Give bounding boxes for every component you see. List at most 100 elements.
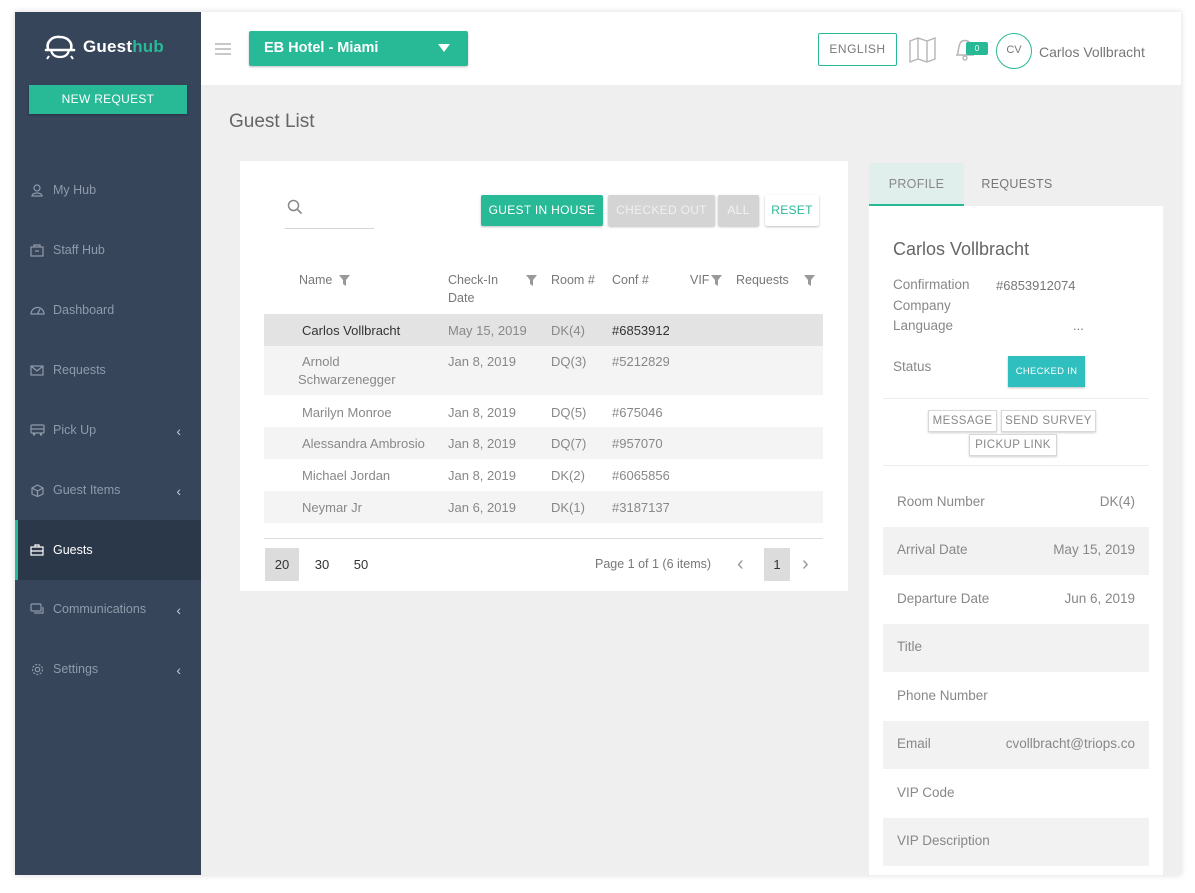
column-header-vip[interactable]: VIF xyxy=(690,271,722,289)
logo-text: Guesthub xyxy=(83,37,164,56)
sidebar-item-my-hub[interactable]: My Hub xyxy=(15,160,201,220)
filter-icon[interactable] xyxy=(526,273,537,291)
confirmation-value: #6853912074 xyxy=(996,278,1076,293)
tab-requests[interactable]: REQUESTS xyxy=(972,163,1062,206)
app-window: Guesthub NEW REQUEST My Hub Staff Hub Da… xyxy=(15,12,1181,875)
envelope-icon xyxy=(29,363,45,377)
reset-button[interactable]: RESET xyxy=(765,195,819,226)
info-row-room-number: Room Number DK(4) xyxy=(897,494,1135,509)
sidebar: Guesthub NEW REQUEST My Hub Staff Hub Da… xyxy=(15,12,201,875)
sidebar-item-guests[interactable]: Guests xyxy=(15,520,201,580)
search-box[interactable] xyxy=(285,195,374,229)
page-size-20[interactable]: 20 xyxy=(265,548,299,581)
building-icon xyxy=(29,243,45,257)
language-value: ... xyxy=(1073,318,1084,333)
column-header-check-in-date[interactable]: Check-In Date xyxy=(448,271,537,307)
sidebar-item-label: Pick Up xyxy=(53,423,97,437)
sidebar-item-label: My Hub xyxy=(53,183,97,197)
table-row[interactable]: Marilyn Monroe Jan 8, 2019 DQ(5) #675046 xyxy=(264,396,823,428)
message-button[interactable]: MESSAGE xyxy=(928,410,997,432)
table-row[interactable]: Neymar Jr Jan 6, 2019 DK(1) #3187137 xyxy=(264,491,823,523)
sidebar-item-requests[interactable]: Requests xyxy=(15,340,201,400)
table-row[interactable]: Alessandra Ambrosio Jan 8, 2019 DQ(7) #9… xyxy=(264,427,823,459)
column-header-conf[interactable]: Conf # xyxy=(612,271,649,289)
info-row-phone-number: Phone Number xyxy=(897,688,988,703)
sidebar-item-staff-hub[interactable]: Staff Hub xyxy=(15,220,201,280)
divider xyxy=(883,398,1149,399)
user-icon xyxy=(29,183,45,197)
sidebar-item-communications[interactable]: Communications ‹ xyxy=(15,579,201,639)
page-number-button[interactable]: 1 xyxy=(764,548,790,581)
profile-tabs: PROFILE REQUESTS xyxy=(869,163,1163,206)
sidebar-item-label: Dashboard xyxy=(53,303,115,317)
hamburger-menu-icon[interactable] xyxy=(215,43,231,58)
page-size-30[interactable]: 30 xyxy=(305,548,339,581)
search-input[interactable] xyxy=(311,199,371,221)
filter-icon[interactable] xyxy=(711,273,722,291)
guest-in-house-button[interactable]: GUEST IN HOUSE xyxy=(481,195,603,226)
suitcase-icon xyxy=(29,543,45,557)
user-name[interactable]: Carlos Vollbracht xyxy=(1039,44,1145,60)
table-row[interactable]: Carlos Vollbracht May 15, 2019 DK(4) #68… xyxy=(264,314,823,346)
pickup-link-button[interactable]: PICKUP LINK xyxy=(969,434,1057,456)
info-row-vip-description: VIP Description xyxy=(883,818,1149,866)
bus-icon xyxy=(29,423,45,437)
sidebar-item-label: Guests xyxy=(53,543,93,557)
search-icon xyxy=(287,199,303,220)
sidebar-item-label: Settings xyxy=(53,662,99,676)
chat-icon xyxy=(29,602,45,616)
chevron-left-icon: ‹ xyxy=(176,483,181,499)
gear-icon xyxy=(29,662,45,676)
avatar[interactable]: CV xyxy=(996,33,1032,69)
sidebar-item-pick-up[interactable]: Pick Up ‹ xyxy=(15,400,201,460)
table-row[interactable]: Michael Jordan Jan 8, 2019 DK(2) #606585… xyxy=(264,459,823,491)
filter-icon[interactable] xyxy=(804,273,815,291)
info-row-vip-code: VIP Code xyxy=(897,785,955,800)
info-row-title: Title xyxy=(883,624,1149,672)
new-request-button[interactable]: NEW REQUEST xyxy=(29,85,187,114)
notification-badge: 0 xyxy=(966,42,988,55)
logo-icon xyxy=(43,34,77,60)
map-icon[interactable] xyxy=(908,36,938,68)
table-row[interactable]: Arnold Schwarzenegger Jan 8, 2019 DQ(3) … xyxy=(264,346,823,395)
tab-profile[interactable]: PROFILE xyxy=(869,163,964,206)
sidebar-item-settings[interactable]: Settings ‹ xyxy=(15,639,201,699)
confirmation-label: Confirmation xyxy=(893,277,970,292)
status-badge: CHECKED IN xyxy=(1008,356,1085,387)
column-header-name[interactable]: Name xyxy=(299,271,350,289)
guest-list-card: GUEST IN HOUSE CHECKED OUT ALL RESET Nam… xyxy=(240,161,848,591)
column-header-room[interactable]: Room # xyxy=(551,271,595,289)
guest-name: Carlos Vollbracht xyxy=(893,239,1030,259)
all-button[interactable]: ALL xyxy=(718,195,759,226)
hotel-select[interactable]: EB Hotel - Miami xyxy=(249,31,468,66)
table-divider xyxy=(264,538,823,539)
checked-out-button[interactable]: CHECKED OUT xyxy=(608,195,715,226)
language-label: Language xyxy=(893,318,954,333)
sidebar-item-label: Communications xyxy=(53,602,147,616)
status-label: Status xyxy=(893,359,932,374)
guest-profile-panel: PROFILE REQUESTS Carlos Vollbracht Confi… xyxy=(869,163,1163,875)
gauge-icon xyxy=(29,303,45,317)
sidebar-item-label: Requests xyxy=(53,363,106,377)
chevron-left-icon: ‹ xyxy=(176,602,181,618)
send-survey-button[interactable]: SEND SURVEY xyxy=(1001,410,1096,432)
chevron-left-icon: ‹ xyxy=(176,423,181,439)
sidebar-item-guest-items[interactable]: Guest Items ‹ xyxy=(15,460,201,520)
logo[interactable]: Guesthub xyxy=(43,32,164,62)
caret-down-icon xyxy=(438,44,450,52)
info-row-email: Email cvollbracht@triops.co xyxy=(883,721,1149,769)
company-label: Company xyxy=(893,298,951,313)
page-size-50[interactable]: 50 xyxy=(344,548,378,581)
chevron-left-icon: ‹ xyxy=(176,662,181,678)
page-title: Guest List xyxy=(229,111,315,132)
chevron-left-icon[interactable]: ‹ xyxy=(737,554,744,574)
sidebar-item-label: Guest Items xyxy=(53,483,121,497)
box-icon xyxy=(29,483,45,497)
chevron-right-icon[interactable]: › xyxy=(802,554,809,574)
language-button[interactable]: ENGLISH xyxy=(818,33,897,66)
sidebar-item-dashboard[interactable]: Dashboard xyxy=(15,280,201,340)
column-header-requests[interactable]: Requests xyxy=(736,271,815,289)
filter-icon[interactable] xyxy=(339,273,350,291)
divider xyxy=(883,465,1149,466)
hotel-select-value: EB Hotel - Miami xyxy=(264,40,379,56)
